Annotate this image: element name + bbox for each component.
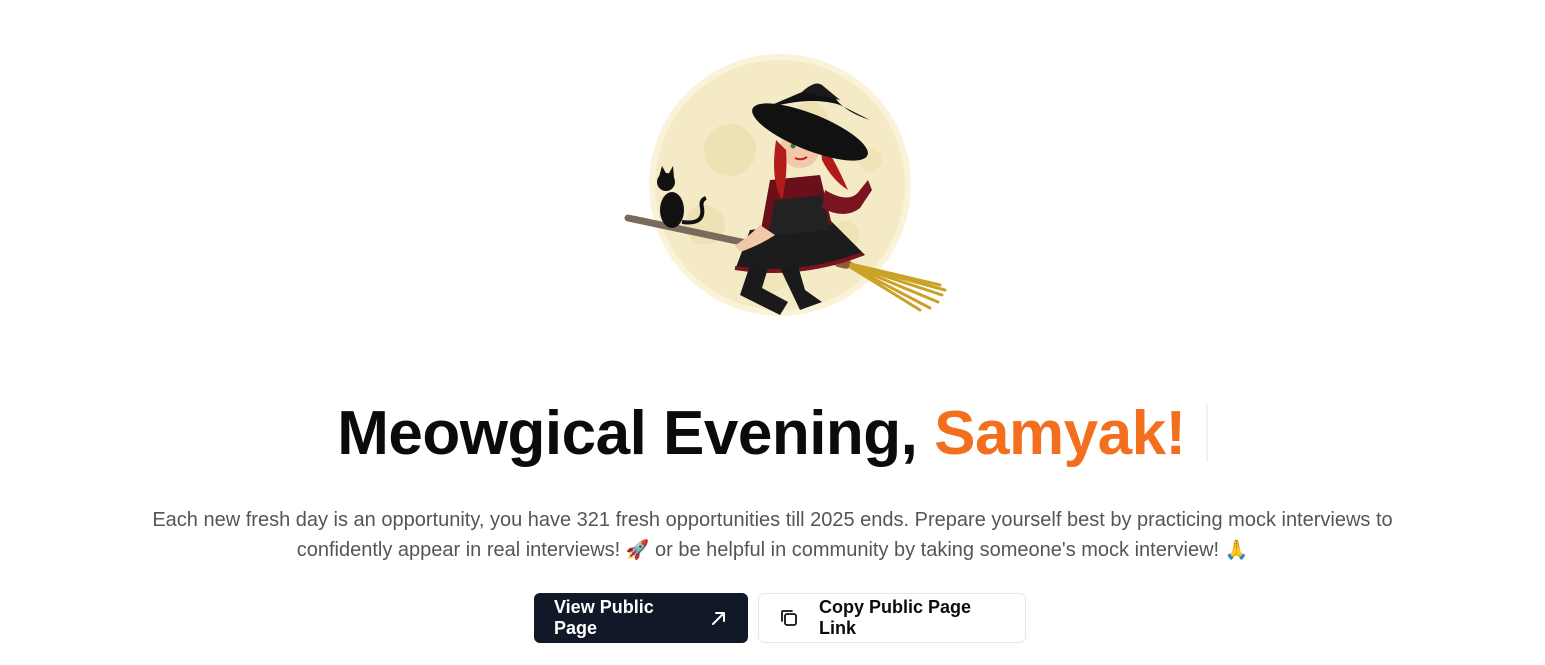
greeting-prefix: Meowgical Evening, xyxy=(337,399,935,468)
arrow-up-right-icon xyxy=(710,609,728,627)
motivation-line-1: Each new fresh day is an opportunity, yo… xyxy=(152,509,1393,531)
greeting-user-name: Samyak! xyxy=(934,399,1186,468)
hero-actions: View Public Page Copy Public Page Link xyxy=(534,593,1026,643)
dashboard-hero: Meowgical Evening, Samyak! Each new fres… xyxy=(0,0,1545,665)
typing-caret xyxy=(1205,404,1208,462)
rocket-emoji-icon: 🚀 xyxy=(625,539,650,561)
copy-public-page-link-label: Copy Public Page Link xyxy=(819,597,972,638)
motivation-line-2-start: confidently appear in real interviews! xyxy=(296,539,626,561)
witch-on-broom-illustration xyxy=(624,54,947,316)
copy-icon xyxy=(779,608,799,628)
motivation-line-2-mid: or be helpful in community by taking som… xyxy=(649,539,1225,561)
view-public-page-label: View Public Page xyxy=(554,597,654,638)
motivation-text: Each new fresh day is an opportunity, yo… xyxy=(100,505,1445,565)
pray-emoji-icon: 🙏 xyxy=(1224,539,1249,561)
view-public-page-button[interactable]: View Public Page xyxy=(534,593,748,643)
greeting-heading: Meowgical Evening, Samyak! xyxy=(0,396,1545,472)
copy-public-page-link-button[interactable]: Copy Public Page Link xyxy=(758,593,1026,643)
